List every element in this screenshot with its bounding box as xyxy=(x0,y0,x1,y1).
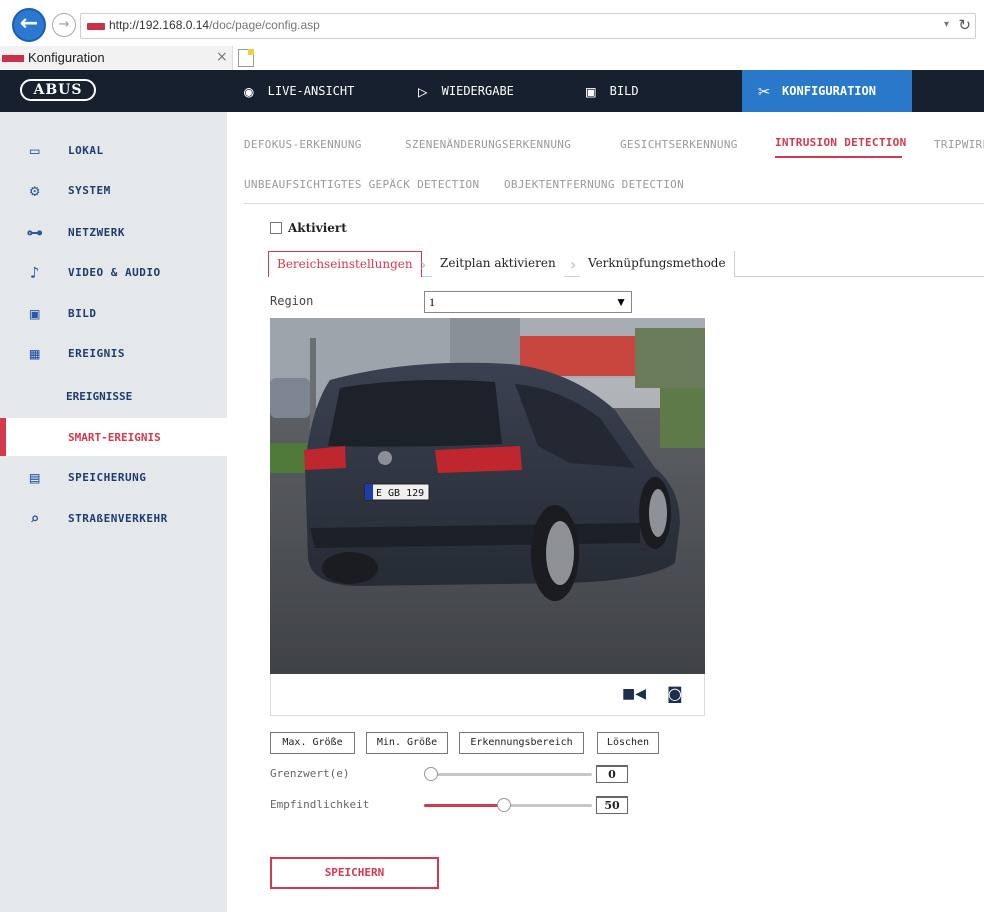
sidebar-sub-label: SMART-EREIGNIS xyxy=(68,430,161,444)
record-icon[interactable]: ■◀ xyxy=(622,686,646,702)
nav-playback-label: WIEDERGABE xyxy=(441,84,514,98)
sidebar-item-label: NETZWERK xyxy=(68,225,125,239)
chevron-right-icon: › xyxy=(420,255,427,274)
enable-checkbox[interactable] xyxy=(270,222,282,234)
new-tab-icon[interactable] xyxy=(238,49,254,67)
tab-scene-change[interactable]: SZENENÄNDERUNGSERKENNUNG xyxy=(405,138,571,151)
sensitivity-label: Empfindlichkeit xyxy=(270,798,370,811)
sensitivity-value[interactable]: 50 xyxy=(596,796,628,814)
calendar-icon: ▦ xyxy=(29,343,41,363)
tab-object-removal[interactable]: OBJEKTENTFERNUNG DETECTION xyxy=(504,178,684,191)
sidebar-item-image[interactable]: ▣ BILD xyxy=(0,293,227,333)
tab-unattended-baggage[interactable]: UNBEAUFSICHTIGTES GEPÄCK DETECTION xyxy=(244,178,479,191)
forward-arrow-icon[interactable]: → xyxy=(52,13,76,37)
max-size-button[interactable]: Max. Größe xyxy=(270,732,355,754)
threshold-value[interactable]: 0 xyxy=(596,765,628,783)
abus-logo: ABUS xyxy=(20,79,96,101)
tab-intrusion-detection[interactable]: INTRUSION DETECTION xyxy=(775,136,907,149)
region-label: Region xyxy=(270,294,314,308)
sensitivity-slider-fill xyxy=(424,804,501,807)
threshold-slider-handle[interactable] xyxy=(424,767,438,781)
license-plate-text: E GB 129 xyxy=(376,488,424,499)
sidebar-item-event[interactable]: ▦ EREIGNIS xyxy=(0,333,227,373)
address-dropdown-icon[interactable]: ▾ xyxy=(944,19,949,30)
nav-live-view[interactable]: ◉ LIVE-ANSICHT xyxy=(244,70,354,112)
camera-icon[interactable]: ◙ xyxy=(667,684,683,703)
chevron-down-icon: ▼ xyxy=(615,295,627,309)
browser-toolbar: ← → http://192.168.0.14/doc/page/config.… xyxy=(0,0,984,46)
nav-configuration[interactable]: ✂ KONFIGURATION xyxy=(742,70,912,112)
sidebar-item-label: BILD xyxy=(68,306,97,320)
tab-defocus[interactable]: DEFOKUS-ERKENNUNG xyxy=(244,138,362,151)
gear-icon: ⚙ xyxy=(29,180,41,200)
play-icon: ▷ xyxy=(418,81,428,101)
tab-face-detection[interactable]: GESICHTSERKENNUNG xyxy=(620,138,738,151)
camera-scene-image: E GB 129 xyxy=(270,318,705,674)
microphone-icon: ♪ xyxy=(29,262,41,282)
divider xyxy=(244,203,984,204)
tab-schedule[interactable]: Zeitplan aktivieren xyxy=(432,251,564,277)
detection-area-button[interactable]: Erkennungsbereich xyxy=(459,732,584,754)
clear-button[interactable]: Löschen xyxy=(597,732,659,754)
browser-tab[interactable]: Konfiguration × xyxy=(0,46,233,70)
sidebar-sub-smart-event[interactable]: SMART-EREIGNIS xyxy=(0,418,227,456)
sidebar-item-label: SPEICHERUNG xyxy=(68,470,147,484)
url-path: /doc/page/config.asp xyxy=(209,18,320,32)
network-icon: ⊶ xyxy=(26,222,44,242)
monitor-icon: ▭ xyxy=(29,140,41,160)
app-header: ABUS ◉ LIVE-ANSICHT ▷ WIEDERGABE ▣ BILD … xyxy=(0,70,984,112)
tab-linkage-method[interactable]: Verknüpfungsmethode xyxy=(580,251,735,277)
sensitivity-slider-handle[interactable] xyxy=(497,798,511,812)
tools-icon: ✂ xyxy=(758,79,771,103)
url-host: http://192.168.0.14 xyxy=(109,18,210,32)
sidebar-sub-events[interactable]: EREIGNISSE xyxy=(0,377,227,415)
car-search-icon: ⌕ xyxy=(29,508,41,528)
sidebar-item-label: STRAßENVERKEHR xyxy=(68,511,168,525)
enable-label: Aktiviert xyxy=(288,221,347,235)
camera-video-frame[interactable]: E GB 129 xyxy=(270,318,705,674)
nav-image-label: BILD xyxy=(609,84,639,98)
sidebar-item-system[interactable]: ⚙ SYSTEM xyxy=(0,170,227,210)
video-toolbar: ■◀ ◙ xyxy=(270,674,705,716)
sidebar-item-traffic[interactable]: ⌕ STRAßENVERKEHR xyxy=(0,498,227,538)
sidebar-item-label: SYSTEM xyxy=(68,183,111,197)
step-tabs: Bereichseinstellungen › Zeitplan aktivie… xyxy=(268,251,984,277)
nav-live-label: LIVE-ANSICHT xyxy=(267,84,355,98)
tab-area-settings[interactable]: Bereichseinstellungen xyxy=(268,251,422,277)
sidebar-item-network[interactable]: ⊶ NETZWERK xyxy=(0,212,227,252)
sidebar-sub-label: EREIGNISSE xyxy=(66,389,133,403)
enable-row: Aktiviert xyxy=(270,221,347,235)
url-text: http://192.168.0.14/doc/page/config.asp xyxy=(109,18,320,32)
nav-image[interactable]: ▣ BILD xyxy=(586,70,639,112)
threshold-label: Grenzwert(e) xyxy=(270,767,350,780)
min-size-button[interactable]: Min. Größe xyxy=(366,732,448,754)
tab-close-icon[interactable]: × xyxy=(216,49,228,65)
save-button[interactable]: SPEICHERN xyxy=(270,857,439,889)
tab-tripwire[interactable]: TRIPWIRE xyxy=(934,138,984,151)
image-icon: ▣ xyxy=(29,303,41,323)
sidebar-item-label: LOKAL xyxy=(68,143,104,157)
nav-config-label: KONFIGURATION xyxy=(782,84,876,98)
sidebar-item-local[interactable]: ▭ LOKAL xyxy=(0,130,227,170)
image-icon: ▣ xyxy=(586,81,596,101)
chevron-right-icon: › xyxy=(570,255,577,274)
back-arrow-icon[interactable]: ← xyxy=(12,8,46,42)
address-bar[interactable]: http://192.168.0.14/doc/page/config.asp … xyxy=(80,13,976,39)
nav-playback[interactable]: ▷ WIEDERGABE xyxy=(418,70,514,112)
tab-title: Konfiguration xyxy=(28,50,105,65)
region-select[interactable]: 1 ▼ xyxy=(424,291,632,313)
live-view-icon: ◉ xyxy=(244,81,254,101)
sidebar-item-storage[interactable]: ▤ SPEICHERUNG xyxy=(0,457,227,497)
browser-tab-row: Konfiguration × xyxy=(0,46,984,70)
sidebar-item-video-audio[interactable]: ♪ VIDEO & AUDIO xyxy=(0,252,227,292)
tab-favicon-icon xyxy=(2,55,24,62)
active-tab-underline xyxy=(775,156,902,158)
region-value: 1 xyxy=(429,295,435,309)
sidebar-item-label: EREIGNIS xyxy=(68,346,125,360)
threshold-slider-track[interactable] xyxy=(424,773,592,776)
site-icon xyxy=(87,23,105,30)
sidebar-item-label: VIDEO & AUDIO xyxy=(68,265,161,279)
floppy-icon: ▤ xyxy=(29,467,41,487)
refresh-icon[interactable]: ↻ xyxy=(958,16,971,34)
